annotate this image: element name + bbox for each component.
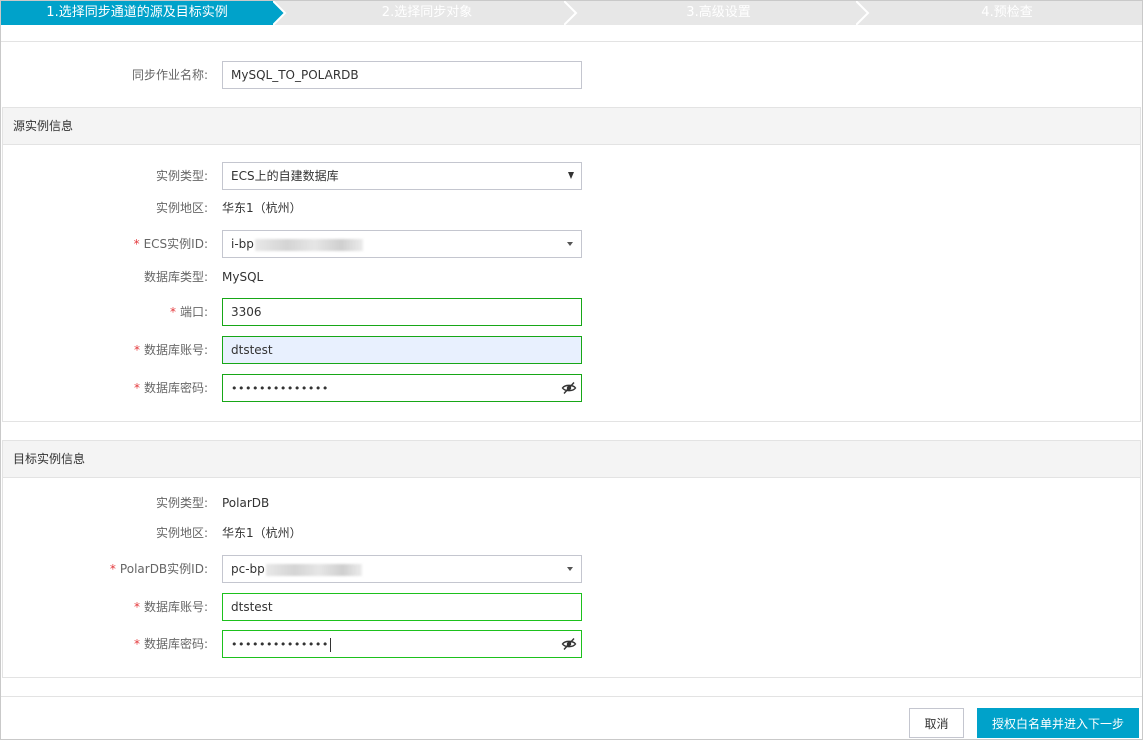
source-instance-type-label: 实例类型: (155, 169, 208, 183)
step-1: 1.选择同步通道的源及目标实例 (1, 1, 285, 25)
source-section-title: 源实例信息 (13, 119, 74, 133)
target-instance-type-label: 实例类型: (155, 496, 208, 510)
step-separator-icon (856, 1, 870, 25)
source-password-label: * 数据库密码: (134, 374, 208, 402)
step-2: 2.选择同步对象 (289, 1, 565, 25)
source-ecs-id-label-text: ECS实例ID: (143, 237, 208, 251)
target-account-label: * 数据库账号: (134, 593, 208, 621)
source-ecs-id-dropdown[interactable]: i-bp (222, 230, 582, 258)
step-1-label: 1.选择同步通道的源及目标实例 (46, 5, 228, 20)
target-polardb-id-dropdown[interactable]: pc-bp (222, 555, 582, 583)
source-account-value: dtstest (231, 343, 273, 357)
text-cursor (329, 637, 331, 652)
eye-off-icon[interactable] (561, 636, 577, 652)
step-3: 3.高级设置 (580, 1, 857, 25)
target-account-input[interactable]: dtstest (222, 593, 582, 621)
target-polardb-id-label: * PolarDB实例ID: (110, 555, 208, 583)
target-polardb-id-prefix: pc-bp (231, 562, 265, 576)
eye-off-icon[interactable] (561, 380, 577, 396)
source-password-input[interactable]: •••••••••••••• (222, 374, 582, 402)
required-mark: * (133, 637, 140, 651)
cancel-button[interactable]: 取消 (909, 708, 964, 738)
target-polardb-id-row: * PolarDB实例ID: pc-bp (0, 555, 1143, 583)
chevron-down-icon (567, 242, 573, 246)
source-account-input[interactable]: dtstest (222, 336, 582, 364)
source-region-label: 实例地区: (155, 201, 208, 215)
source-port-label-text: 端口: (179, 305, 208, 319)
step-4-label: 4.预检查 (981, 5, 1033, 20)
target-polardb-id-label-text: PolarDB实例ID: (119, 562, 208, 576)
job-name-row: 同步作业名称: MySQL_TO_POLARDB (0, 61, 1143, 89)
source-port-label: * 端口: (170, 298, 208, 326)
source-db-type-row: 数据库类型: MySQL (0, 263, 1143, 291)
source-instance-type-select[interactable]: ECS上的自建数据库 (222, 162, 582, 190)
target-password-row: * 数据库密码: •••••••••••••• (0, 630, 1143, 658)
target-section-header: 目标实例信息 (3, 441, 1140, 478)
step-3-label: 3.高级设置 (686, 5, 751, 20)
divider (1, 41, 1142, 42)
target-account-value: dtstest (231, 600, 273, 614)
source-port-input[interactable]: 3306 (222, 298, 582, 326)
step-separator-icon (273, 1, 287, 25)
step-4: 4.预检查 (872, 1, 1142, 25)
source-account-label-text: 数据库账号: (143, 343, 208, 357)
required-mark: * (133, 343, 140, 357)
step-separator-icon (564, 1, 578, 25)
target-password-value: •••••••••••••• (231, 638, 329, 651)
source-password-label-text: 数据库密码: (143, 381, 208, 395)
redacted-id-blur (254, 238, 363, 251)
required-mark: * (109, 562, 116, 576)
select-arrow-icon (568, 172, 574, 179)
job-name-value: MySQL_TO_POLARDB (231, 68, 359, 82)
source-account-row: * 数据库账号: dtstest (0, 336, 1143, 364)
required-mark: * (169, 305, 176, 319)
source-instance-type-value: ECS上的自建数据库 (231, 169, 339, 183)
source-section-header: 源实例信息 (3, 108, 1140, 145)
target-instance-type-row: 实例类型: PolarDB (0, 489, 1143, 517)
source-ecs-id-row: * ECS实例ID: i-bp (0, 230, 1143, 258)
source-password-value: •••••••••••••• (231, 382, 329, 395)
target-region-label: 实例地区: (155, 526, 208, 540)
footer-bar: 取消 授权白名单并进入下一步 (1, 696, 1142, 739)
required-mark: * (133, 237, 140, 251)
step-wizard: 1.选择同步通道的源及目标实例 2.选择同步对象 3.高级设置 4.预检查 (1, 1, 1142, 25)
source-ecs-id-prefix: i-bp (231, 237, 254, 251)
target-section-title: 目标实例信息 (13, 452, 86, 466)
chevron-down-icon (567, 567, 573, 571)
step-2-label: 2.选择同步对象 (381, 5, 473, 20)
target-account-label-text: 数据库账号: (143, 600, 208, 614)
job-name-label: 同步作业名称: (131, 68, 208, 82)
target-region-value: 华东1（杭州） (222, 526, 302, 540)
source-port-row: * 端口: 3306 (0, 298, 1143, 326)
target-instance-type-value: PolarDB (222, 496, 270, 510)
authorize-whitelist-next-button[interactable]: 授权白名单并进入下一步 (977, 708, 1139, 738)
required-mark: * (133, 381, 140, 395)
source-password-row: * 数据库密码: •••••••••••••• (0, 374, 1143, 402)
source-region-row: 实例地区: 华东1（杭州） (0, 194, 1143, 222)
source-db-type-label: 数据库类型: (143, 270, 208, 284)
source-account-label: * 数据库账号: (134, 336, 208, 364)
target-password-input[interactable]: •••••••••••••• (222, 630, 582, 658)
target-account-row: * 数据库账号: dtstest (0, 593, 1143, 621)
required-mark: * (133, 600, 140, 614)
source-instance-type-row: 实例类型: ECS上的自建数据库 (0, 162, 1143, 190)
source-port-value: 3306 (231, 305, 262, 319)
target-password-label-text: 数据库密码: (143, 637, 208, 651)
source-ecs-id-label: * ECS实例ID: (134, 230, 208, 258)
redacted-id-blur (265, 563, 362, 576)
job-name-input[interactable]: MySQL_TO_POLARDB (222, 61, 582, 89)
source-db-type-value: MySQL (222, 270, 264, 284)
source-region-value: 华东1（杭州） (222, 201, 302, 215)
target-password-label: * 数据库密码: (134, 630, 208, 658)
target-region-row: 实例地区: 华东1（杭州） (0, 519, 1143, 547)
